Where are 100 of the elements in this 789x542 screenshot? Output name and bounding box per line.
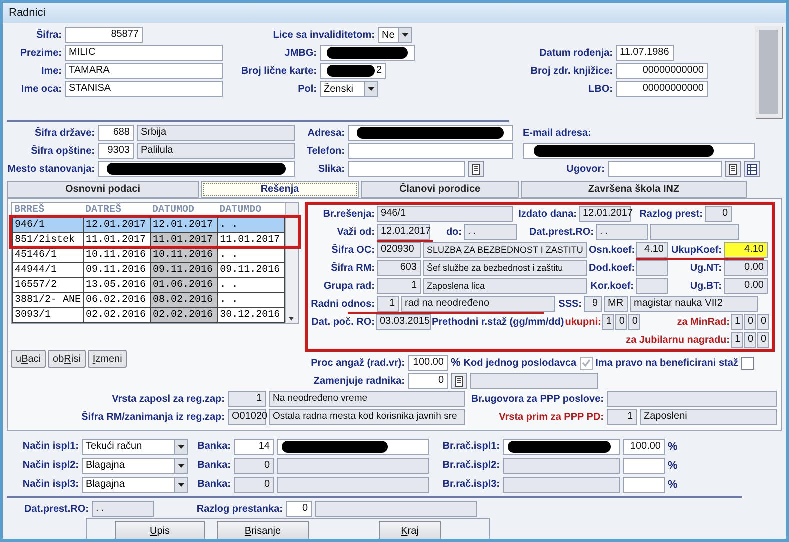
text-field[interactable] (623, 458, 665, 474)
text-field[interactable]: Zaposlena lica (423, 278, 587, 294)
text-field[interactable] (348, 161, 465, 177)
text-field[interactable]: 1 (377, 296, 399, 312)
text-field[interactable]: . . (596, 224, 648, 240)
text-field[interactable]: Srbija (137, 125, 295, 141)
text-field[interactable]: 946/1 (377, 206, 513, 222)
text-field[interactable]: 0 (234, 476, 274, 492)
text-field[interactable]: Na neodređeno vreme (269, 391, 465, 407)
text-field[interactable]: 0 (286, 501, 312, 517)
text-field[interactable]: 0 (744, 314, 756, 330)
text-field[interactable]: 1 (731, 332, 743, 348)
table-icon[interactable] (744, 161, 760, 177)
text-field[interactable]: 12.01.2017 (579, 206, 631, 222)
text-field[interactable]: O01020 (228, 409, 266, 425)
exit-button[interactable]: Kraj (379, 521, 441, 539)
text-field[interactable] (503, 476, 620, 492)
text-field[interactable] (277, 476, 429, 492)
tab[interactable]: Rešenja (201, 181, 359, 198)
text-field[interactable]: 11.07.1986 (616, 45, 674, 61)
text-field[interactable]: TAMARA (65, 63, 223, 79)
text-field[interactable]: 03.03.2015 (376, 314, 431, 330)
delete-button[interactable]: obRisi (48, 350, 86, 368)
document-icon[interactable] (468, 161, 484, 177)
text-field[interactable]: MILIC (65, 45, 223, 61)
text-field[interactable]: 0.00 (724, 260, 768, 276)
table-row[interactable]: 946/1 12.01.2017 12.01.2017 . . (12, 218, 285, 232)
text-field[interactable]: 2 (320, 63, 386, 79)
text-field[interactable]: 1 (228, 391, 266, 407)
text-field[interactable]: 1 (602, 314, 614, 330)
text-field[interactable] (320, 45, 415, 61)
tab[interactable]: Završena škola INZ (521, 181, 747, 198)
dropdown[interactable]: Blagajna (82, 458, 188, 474)
document-icon[interactable] (451, 373, 467, 389)
checkbox[interactable] (741, 356, 754, 370)
text-field[interactable]: SLUZBA ZA BEZBEDNOST I ZASTITU (423, 242, 587, 258)
text-field[interactable] (503, 458, 620, 474)
text-field[interactable] (636, 278, 668, 294)
text-field[interactable]: 00000000000 (616, 63, 708, 79)
text-field[interactable] (470, 373, 598, 389)
text-field[interactable] (503, 438, 620, 454)
text-field[interactable] (277, 458, 429, 474)
text-field[interactable]: Ostala radna mesta kod korisnika javnih sre (269, 409, 465, 425)
table-row[interactable]: 44944/1 09.11.2016 09.11.2016 09.11.2016 (12, 262, 285, 278)
text-field[interactable]: magistar nauka VII2 (630, 296, 758, 312)
text-field[interactable]: 100.00 (623, 438, 665, 454)
dropdown[interactable]: Ženski (320, 81, 378, 97)
text-field[interactable]: 0.00 (724, 278, 768, 294)
text-field[interactable]: 4.10 (724, 242, 768, 258)
text-field[interactable] (650, 224, 739, 240)
dropdown[interactable]: Blagajna (82, 476, 188, 492)
tab[interactable]: Članovi porodice (361, 181, 519, 198)
text-field[interactable]: Zaposleni (640, 409, 777, 425)
text-field[interactable] (523, 143, 755, 159)
table-row[interactable]: 851/2istek 11.01.2017 11.01.2017 11.01.2017 (12, 232, 285, 248)
text-field[interactable] (348, 125, 513, 141)
table-row[interactable]: 45146/1 10.11.2016 10.11.2016 . . (12, 248, 285, 262)
text-field[interactable]: . . (92, 501, 154, 517)
text-field[interactable]: rad na neodređeno (401, 296, 555, 312)
dropdown[interactable]: Tekući račun (82, 438, 188, 454)
text-field[interactable]: 0 (408, 373, 448, 389)
text-field[interactable]: 12.01.2017 (377, 224, 430, 240)
scrollbar[interactable] (285, 203, 298, 323)
save-button[interactable]: Upis (115, 521, 205, 539)
text-field[interactable] (348, 143, 513, 159)
dropdown[interactable]: Ne (378, 27, 412, 43)
text-field[interactable] (623, 476, 665, 492)
text-field[interactable]: MR (604, 296, 628, 312)
text-field[interactable]: 020930 (377, 242, 421, 258)
text-field[interactable]: 0 (234, 458, 274, 474)
text-field[interactable]: 1 (731, 314, 743, 330)
text-field[interactable]: Palilula (137, 143, 295, 159)
text-field[interactable]: 1 (607, 409, 637, 425)
table-row[interactable]: 3881/2- ANE 06.02.2016 08.02.2016 . . (12, 292, 285, 308)
document-icon[interactable] (725, 161, 741, 177)
text-field[interactable]: . . (464, 224, 517, 240)
tab[interactable]: Osnovni podaci (7, 181, 199, 198)
text-field[interactable]: 9 (584, 296, 602, 312)
text-field[interactable]: 688 (98, 125, 134, 141)
text-field[interactable]: 0 (705, 206, 732, 222)
table-row[interactable]: 16557/2 13.05.2016 01.06.2016 . . (12, 278, 285, 292)
text-field[interactable]: 0 (744, 332, 756, 348)
delete-button[interactable]: Brisanje (217, 521, 309, 539)
text-field[interactable]: 0 (757, 332, 769, 348)
text-field[interactable]: 4.10 (636, 242, 668, 258)
text-field[interactable]: 0 (615, 314, 628, 330)
edit-button[interactable]: Izmeni (88, 350, 128, 368)
text-field[interactable]: 00000000000 (616, 81, 708, 97)
text-field[interactable] (277, 438, 429, 454)
text-field[interactable] (608, 161, 722, 177)
text-field[interactable]: 0 (628, 314, 640, 330)
text-field[interactable]: 100.00 (408, 355, 448, 371)
text-field[interactable]: 0 (757, 314, 769, 330)
text-field[interactable] (636, 260, 668, 276)
text-field[interactable]: 1 (377, 278, 421, 294)
text-field[interactable]: Šef službe za bezbednost i zaštitu (423, 260, 587, 276)
table-row[interactable]: 3093/1 02.02.2016 02.02.2016 30.12.2016 (12, 308, 285, 322)
text-field[interactable] (607, 391, 777, 407)
text-field[interactable]: 603 (377, 260, 421, 276)
insert-button[interactable]: uBaci (11, 350, 46, 368)
